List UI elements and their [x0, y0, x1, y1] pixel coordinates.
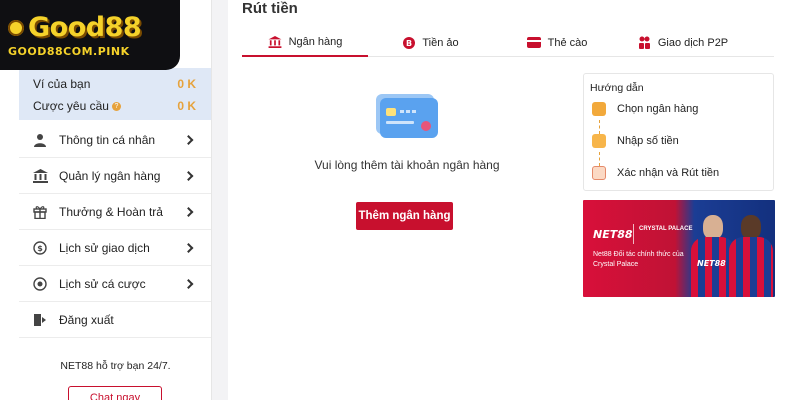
wallet-bet-row: Cược yêu cầu? 0 K [33, 96, 196, 116]
menu-item-transaction-history[interactable]: $ Lịch sử giao dịch [19, 230, 211, 266]
wallet-balance-value: 0 K [177, 77, 196, 91]
chevron-right-icon [183, 278, 194, 289]
logo-wordmark: Good88 [8, 11, 180, 43]
tab-crypto[interactable]: B Tiền ảo [368, 28, 494, 57]
guide-step-2: Nhập số tiền [592, 131, 679, 151]
promo-banner[interactable]: NET88 CRYSTAL PALACE Net88 Đối tác chính… [583, 200, 775, 297]
svg-text:B: B [406, 39, 412, 48]
tab-bank[interactable]: Ngân hàng [242, 28, 368, 57]
wallet-summary: Ví của bạn 0 K Cược yêu cầu? 0 K [19, 68, 211, 120]
wallet-balance-label: Ví của bạn [33, 77, 91, 91]
support-text: NET88 hỗ trợ bạn 24/7. [60, 360, 171, 372]
logo-url-text: GOOD88COM.PINK [8, 44, 130, 58]
logout-icon [31, 311, 49, 329]
logo-badge-icon [8, 19, 24, 36]
guide-step-3: Xác nhận và Rút tiền [592, 163, 719, 183]
brand-logo[interactable]: Good88 GOOD88COM.PINK [0, 0, 180, 70]
menu-item-label: Lịch sử giao dịch [59, 240, 150, 255]
menu-item-label: Quản lý ngân hàng [59, 168, 161, 183]
banner-tagline: Net88 Đối tác chính thức của Crystal Pal… [593, 251, 684, 268]
guide-step-label: Nhập số tiền [617, 135, 679, 147]
player-head [741, 215, 761, 239]
guide-title: Hướng dẫn [590, 82, 644, 94]
tab-p2p[interactable]: Giao dịch P2P [620, 28, 746, 57]
menu-item-bet-history[interactable]: Lịch sử cá cược [19, 266, 211, 302]
transaction-history-icon: $ [31, 239, 49, 257]
menu-item-rewards[interactable]: Thưởng & Hoàn trả [19, 194, 211, 230]
scratch-card-icon [526, 37, 541, 48]
help-icon[interactable]: ? [111, 102, 121, 112]
empty-state: Vui lòng thêm tài khoản ngân hàng [242, 90, 572, 172]
chat-now-label: Chat ngay [89, 392, 141, 400]
chevron-right-icon [183, 170, 194, 181]
user-icon [31, 131, 49, 149]
menu-item-label: Đăng xuất [59, 312, 114, 327]
menu-item-label: Thông tin cá nhân [59, 132, 156, 147]
guide-step-label: Xác nhận và Rút tiền [617, 167, 720, 179]
menu-item-label: Lịch sử cá cược [59, 276, 146, 291]
menu-item-bank-management[interactable]: Quản lý ngân hàng [19, 158, 211, 194]
bank-icon [268, 35, 282, 48]
account-menu: Thông tin cá nhân Quản lý ngân hàng Thưở… [19, 122, 211, 338]
menu-item-label: Thưởng & Hoàn trả [59, 204, 163, 219]
banner-logo-text: NET88 [593, 228, 633, 241]
bet-history-icon [31, 275, 49, 293]
tab-label: Tiền ảo [422, 36, 459, 49]
tab-label: Ngân hàng [288, 35, 343, 48]
gift-icon [31, 203, 49, 221]
p2p-icon [638, 36, 651, 49]
chevron-right-icon [183, 134, 194, 145]
chat-now-button[interactable]: Chat ngay [68, 386, 162, 400]
bank-card-illustration-icon [374, 90, 440, 140]
jersey-sponsor-text: NET88 [697, 259, 726, 268]
chevron-right-icon [183, 242, 194, 253]
empty-state-message: Vui lòng thêm tài khoản ngân hàng [314, 158, 500, 172]
chevron-right-icon [183, 206, 194, 217]
tab-label: Thẻ cào [547, 36, 588, 49]
wallet-bet-label: Cược yêu cầu [33, 99, 109, 113]
crypto-coin-icon: B [403, 36, 416, 49]
menu-item-personal-info[interactable]: Thông tin cá nhân [19, 122, 211, 158]
menu-item-logout[interactable]: Đăng xuất [19, 302, 211, 338]
tab-scratch-card[interactable]: Thẻ cào [494, 28, 620, 57]
guide-step-1: Chọn ngân hàng [592, 99, 698, 119]
add-bank-label: Thêm ngân hàng [358, 210, 451, 222]
player-right-image [729, 209, 773, 297]
guide-panel: Hướng dẫn Chọn ngân hàng Nhập số tiền Xá… [583, 73, 774, 191]
withdraw-method-tabs: Ngân hàng B Tiền ảo Thẻ cào Giao dịch P2… [242, 28, 774, 57]
guide-step-label: Chọn ngân hàng [617, 103, 699, 115]
banner-partner-text: CRYSTAL PALACE [639, 226, 693, 232]
confirm-withdraw-icon [592, 166, 606, 180]
bank-icon [31, 167, 49, 185]
add-bank-button[interactable]: Thêm ngân hàng [356, 202, 453, 230]
amount-input-icon [592, 134, 606, 148]
logo-text: Good88 [28, 11, 142, 43]
wallet-balance-row: Ví của bạn 0 K [33, 74, 196, 94]
player-jersey [729, 237, 773, 297]
sidebar: Good88 GOOD88COM.PINK Ví của bạn 0 K Cượ… [0, 0, 212, 400]
banner-divider [633, 224, 634, 244]
bank-select-icon [592, 102, 606, 116]
page-title: Rút tiền [242, 0, 298, 17]
svg-text:$: $ [37, 244, 43, 253]
wallet-bet-label-group: Cược yêu cầu? [33, 99, 121, 113]
player-head [703, 215, 723, 239]
tab-label: Giao dịch P2P [657, 36, 729, 49]
main-panel: Rút tiền Ngân hàng B Tiền ảo Thẻ cào Gia… [228, 0, 800, 400]
wallet-bet-value: 0 K [177, 99, 196, 113]
